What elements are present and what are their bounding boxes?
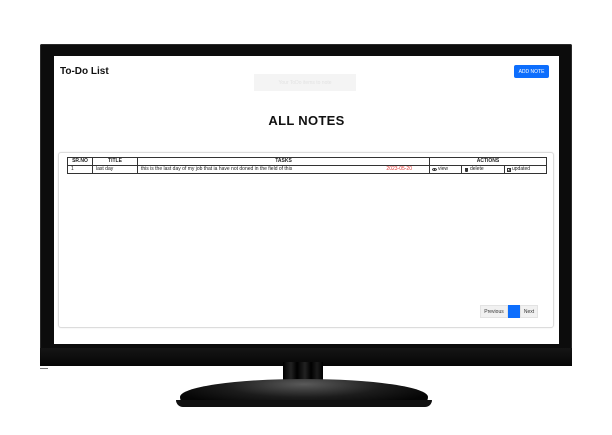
update-label: updated <box>512 166 531 172</box>
view-button[interactable]: view <box>430 166 462 173</box>
row-task-cell: this is the last day of my job that ia h… <box>137 165 430 174</box>
row-task-text: this is the last day of my job that ia h… <box>141 166 293 172</box>
row-actions: view delete updated <box>429 165 547 174</box>
header-tasks: TASKS <box>137 157 430 166</box>
notes-table: SR.NO TITLE TASKS ACTIONS 1 last day thi… <box>67 157 547 174</box>
row-task-date: 2023-05-20 <box>386 166 412 172</box>
app-title: To-Do List <box>60 66 109 77</box>
next-page-button[interactable]: Next <box>520 305 538 318</box>
row-task-wrap: this is the last day of my job that ia h… <box>141 166 426 173</box>
header-title: TITLE <box>92 157 138 166</box>
pagination: Previous 1 Next <box>480 305 538 318</box>
notes-card: SR.NO TITLE TASKS ACTIONS 1 last day thi… <box>58 152 554 328</box>
page-title: ALL NOTES <box>268 113 345 128</box>
screen: To-Do List Your ToDo items to note ADD N… <box>54 56 559 344</box>
faint-banner: Your ToDo items to note <box>254 74 356 91</box>
delete-button[interactable]: delete <box>462 166 505 173</box>
previous-page-button[interactable]: Previous <box>480 305 508 318</box>
update-button[interactable]: updated <box>505 166 532 173</box>
delete-label: delete <box>470 166 484 172</box>
table-header-row: SR.NO TITLE TASKS ACTIONS <box>67 157 547 166</box>
row-title: last day <box>92 165 138 174</box>
header-srno: SR.NO <box>67 157 93 166</box>
trash-icon <box>465 167 468 172</box>
decorative-dash <box>40 368 48 369</box>
eye-icon <box>432 168 437 171</box>
edit-icon <box>507 167 511 172</box>
page-1-button[interactable]: 1 <box>508 305 520 318</box>
add-note-button[interactable]: ADD NOTE <box>514 65 549 78</box>
view-label: view <box>438 166 449 172</box>
table-row: 1 last day this is the last day of my jo… <box>67 165 547 174</box>
monitor-stand-edge <box>176 400 432 407</box>
row-srno: 1 <box>67 165 93 174</box>
header-actions: ACTIONS <box>429 157 547 166</box>
row-actions-group: view delete updated <box>430 166 546 173</box>
